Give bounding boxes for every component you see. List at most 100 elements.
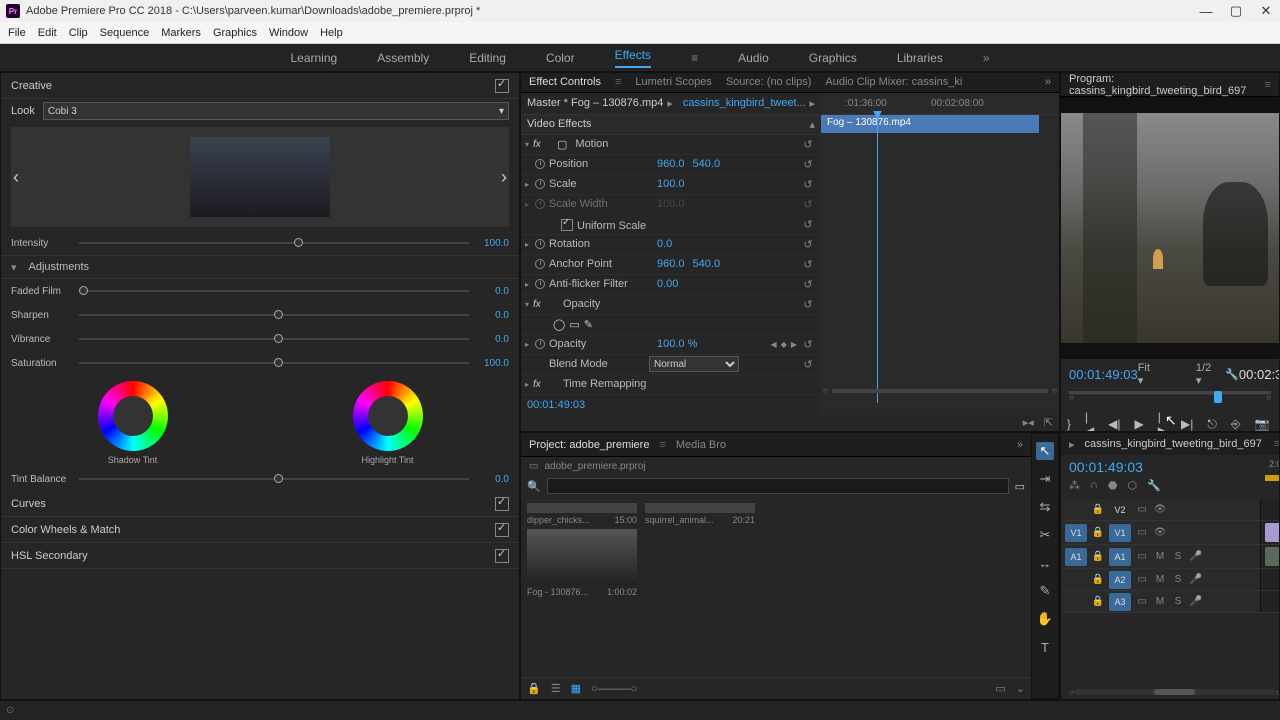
menu-graphics[interactable]: Graphics bbox=[213, 27, 257, 39]
tint-balance-slider[interactable] bbox=[79, 478, 469, 480]
reset-button[interactable] bbox=[801, 257, 815, 271]
flicker-value[interactable]: 0.00 bbox=[657, 278, 678, 290]
track-a2-label[interactable]: A2 bbox=[1109, 571, 1131, 589]
marker-icon[interactable]: ⬣ bbox=[1108, 479, 1118, 492]
source-v1[interactable]: V1 bbox=[1065, 524, 1087, 542]
tab-audio-mixer[interactable]: Audio Clip Mixer: cassins_ki bbox=[825, 76, 962, 88]
zoom-in-icon[interactable]: ○ bbox=[1052, 386, 1057, 395]
reset-button[interactable] bbox=[801, 237, 815, 251]
panel-menu-icon[interactable]: ≡ bbox=[1265, 79, 1271, 91]
effect-controls-timecode[interactable]: 00:01:49:03 bbox=[521, 395, 821, 415]
tabs-overflow-icon[interactable]: » bbox=[1045, 76, 1051, 88]
ws-libraries[interactable]: Libraries bbox=[897, 51, 943, 65]
intensity-slider[interactable] bbox=[79, 242, 469, 244]
collapse-icon[interactable]: ▾ bbox=[11, 261, 17, 274]
timeline-clip[interactable] bbox=[1265, 547, 1280, 566]
zoom-out-icon[interactable]: ○ bbox=[823, 386, 828, 395]
expand-icon[interactable]: ▾ bbox=[525, 140, 529, 149]
ws-assembly[interactable]: Assembly bbox=[377, 51, 429, 65]
expand-icon[interactable]: ▸ bbox=[525, 240, 529, 249]
wrench-icon[interactable]: 🔧 bbox=[1225, 368, 1239, 381]
anchor-y[interactable]: 540.0 bbox=[693, 258, 721, 270]
source-a1[interactable]: A1 bbox=[1065, 548, 1087, 566]
ripple-edit-tool[interactable]: ⇆ bbox=[1036, 498, 1054, 516]
menu-markers[interactable]: Markers bbox=[161, 27, 201, 39]
reset-button[interactable] bbox=[801, 297, 815, 311]
minimize-button[interactable]: — bbox=[1198, 3, 1214, 19]
reset-button[interactable] bbox=[801, 357, 815, 371]
vibrance-slider[interactable] bbox=[79, 338, 469, 340]
mute-button[interactable]: M bbox=[1153, 574, 1167, 585]
export-icon[interactable]: ⇱ bbox=[1044, 416, 1053, 429]
selection-tool[interactable]: ↖ bbox=[1036, 442, 1054, 460]
toggle-output-icon[interactable]: ▭ bbox=[1135, 551, 1149, 562]
motion-header[interactable]: Motion bbox=[575, 138, 675, 150]
program-video-view[interactable] bbox=[1061, 97, 1279, 359]
ec-clip-bar[interactable]: Fog – 130876.mp4 bbox=[821, 115, 1039, 133]
tint-balance-value[interactable]: 0.0 bbox=[477, 474, 509, 485]
creative-section[interactable]: Creative bbox=[11, 80, 52, 92]
lock-icon[interactable]: 🔒 bbox=[1091, 574, 1105, 585]
snap-icon[interactable]: ⁂ bbox=[1069, 479, 1080, 492]
track-v1-label[interactable]: V1 bbox=[1109, 524, 1131, 542]
track-select-tool[interactable]: ⇥ bbox=[1036, 470, 1054, 488]
hsl-toggle-checkbox[interactable] bbox=[495, 549, 509, 563]
curves-toggle-checkbox[interactable] bbox=[495, 497, 509, 511]
ws-learning[interactable]: Learning bbox=[290, 51, 337, 65]
fit-select[interactable]: Fit ▾ bbox=[1138, 362, 1150, 387]
highlight-tint-wheel[interactable] bbox=[353, 381, 423, 451]
type-tool[interactable]: T bbox=[1036, 638, 1054, 656]
slip-tool[interactable]: ↔ bbox=[1036, 554, 1054, 572]
opacity-header[interactable]: Opacity bbox=[563, 298, 663, 310]
stopwatch-icon[interactable] bbox=[535, 339, 545, 349]
ec-zoom-slider[interactable] bbox=[832, 389, 1048, 393]
saturation-value[interactable]: 100.0 bbox=[477, 358, 509, 369]
saturation-slider[interactable] bbox=[79, 362, 469, 364]
next-keyframe-icon[interactable]: ▶ bbox=[791, 340, 797, 349]
solo-button[interactable]: S bbox=[1171, 596, 1185, 607]
overflow-icon[interactable]: » bbox=[983, 51, 990, 65]
time-remap-header[interactable]: Time Remapping bbox=[563, 378, 663, 390]
timeline-timecode[interactable]: 00:01:49:03 bbox=[1069, 459, 1253, 475]
faded-film-slider[interactable] bbox=[79, 290, 469, 292]
menu-sequence[interactable]: Sequence bbox=[100, 27, 150, 39]
pen-mask-icon[interactable]: ✎ bbox=[584, 318, 593, 331]
timeline-clip[interactable] bbox=[1265, 523, 1280, 542]
panel-menu-icon[interactable]: ≡ bbox=[1274, 438, 1280, 450]
ws-audio[interactable]: Audio bbox=[738, 51, 769, 65]
color-wheels-section[interactable]: Color Wheels & Match bbox=[11, 524, 120, 536]
list-item[interactable]: dipper_chicks... 15:00 bbox=[527, 503, 637, 525]
tab-project[interactable]: Project: adobe_premiere bbox=[529, 439, 649, 451]
list-item[interactable]: squirrel_animal... 20:21 bbox=[645, 503, 755, 525]
reset-button[interactable] bbox=[801, 277, 815, 291]
reset-button[interactable] bbox=[801, 197, 815, 211]
new-item-icon[interactable]: ▭ bbox=[995, 682, 1005, 695]
mark-out-button[interactable]: } bbox=[1067, 417, 1071, 431]
hand-tool[interactable]: ✋ bbox=[1036, 610, 1054, 628]
list-view-icon[interactable]: ☰ bbox=[551, 682, 561, 695]
stopwatch-icon[interactable] bbox=[535, 159, 545, 169]
scale-value[interactable]: 100.0 bbox=[657, 178, 685, 190]
expand-icon[interactable]: ▸ bbox=[525, 180, 529, 189]
reset-button[interactable] bbox=[801, 157, 815, 171]
go-to-in-button[interactable]: |◀ bbox=[1085, 410, 1094, 432]
ws-effects[interactable]: Effects bbox=[615, 48, 651, 68]
eye-icon[interactable]: 👁 bbox=[1153, 504, 1167, 515]
close-button[interactable]: ✕ bbox=[1258, 3, 1274, 19]
uniform-scale-checkbox[interactable] bbox=[561, 219, 573, 231]
sequence-tab[interactable]: cassins_kingbird_tweeting_bird_697 bbox=[1085, 438, 1262, 450]
step-forward-button[interactable]: |▶ bbox=[1158, 410, 1167, 432]
mute-button[interactable]: M bbox=[1153, 551, 1167, 562]
tabs-overflow-icon[interactable]: » bbox=[1017, 439, 1023, 451]
intensity-value[interactable]: 100.0 bbox=[477, 238, 509, 249]
ws-color[interactable]: Color bbox=[546, 51, 575, 65]
panel-menu-icon[interactable]: ≡ bbox=[691, 51, 698, 65]
solo-button[interactable]: S bbox=[1171, 574, 1185, 585]
add-keyframe-icon[interactable]: ◆ bbox=[781, 340, 787, 349]
sharpen-value[interactable]: 0.0 bbox=[477, 310, 509, 321]
prev-look-button[interactable]: ‹ bbox=[13, 167, 19, 188]
track-a3-label[interactable]: A3 bbox=[1109, 593, 1131, 611]
stopwatch-icon[interactable] bbox=[535, 279, 545, 289]
look-select[interactable]: Cobi 3▾ bbox=[43, 102, 509, 120]
collapse-icon[interactable]: ▴ bbox=[809, 118, 815, 131]
